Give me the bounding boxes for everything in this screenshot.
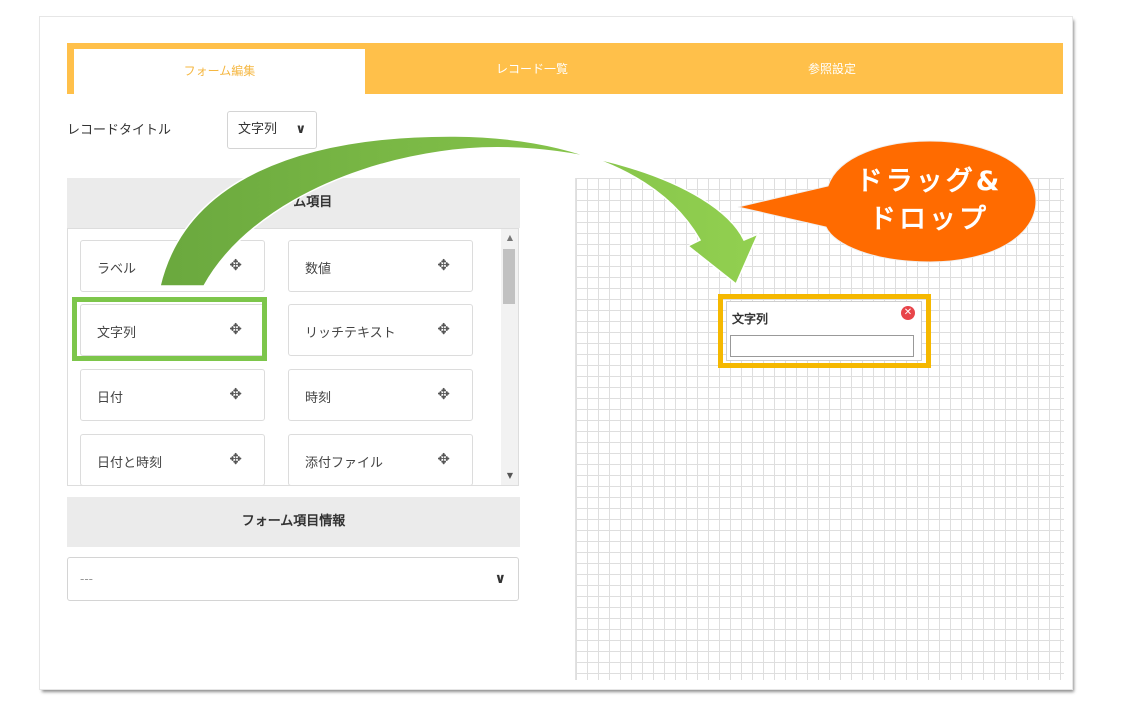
tab-reference-settings[interactable]: 参照設定 (667, 43, 997, 94)
form-items-header: フォーム項目 (67, 178, 520, 228)
move-icon: ✥ (437, 256, 450, 274)
tab-form-edit[interactable]: フォーム編集 (74, 49, 365, 94)
chevron-down-icon: ∨ (295, 122, 306, 137)
tab-record-list[interactable]: レコード一覧 (367, 43, 697, 94)
move-icon: ✥ (437, 320, 450, 338)
move-icon: ✥ (437, 450, 450, 468)
item-label: 時刻 (305, 391, 332, 406)
scroll-up-icon[interactable]: ▲ (507, 233, 513, 242)
item-label: 日付 (97, 391, 124, 406)
form-item-label[interactable]: ラベル ✥ (80, 240, 265, 292)
move-icon: ✥ (229, 385, 242, 403)
chevron-down-icon: ∨ (494, 571, 506, 587)
form-item-rich-text[interactable]: リッチテキスト ✥ (288, 304, 473, 356)
highlight-source-item (72, 297, 267, 361)
form-item-datetime[interactable]: 日付と時刻 ✥ (80, 434, 265, 485)
scroll-down-icon[interactable]: ▼ (507, 471, 513, 480)
callout-line-1: ドラッグ& (855, 166, 1003, 197)
record-title-label: レコードタイトル (67, 123, 172, 138)
form-item-info-value: --- (80, 572, 93, 586)
form-item-time[interactable]: 時刻 ✥ (288, 369, 473, 421)
move-icon: ✥ (437, 385, 450, 403)
item-label: リッチテキスト (305, 326, 396, 341)
drag-drop-callout: ドラッグ& ドロップ (823, 163, 1035, 239)
move-icon: ✥ (229, 256, 242, 274)
item-label: 添付ファイル (305, 456, 384, 471)
item-label: ラベル (97, 262, 137, 277)
move-icon: ✥ (229, 450, 242, 468)
form-item-attachment[interactable]: 添付ファイル ✥ (288, 434, 473, 485)
record-title-select[interactable]: 文字列 ∨ (227, 111, 317, 149)
scrollbar[interactable]: ▲ ▼ (501, 229, 518, 485)
scrollbar-thumb[interactable] (503, 249, 515, 304)
item-label: 数値 (305, 262, 332, 277)
tab-bar: フォーム編集 レコード一覧 参照設定 (67, 43, 1063, 94)
callout-line-2: ドロップ (869, 204, 989, 235)
form-item-info-select[interactable]: --- ∨ (67, 557, 519, 601)
form-item-info-header: フォーム項目情報 (67, 497, 520, 547)
form-canvas-grid[interactable] (575, 178, 1064, 680)
highlight-dropped-field (718, 294, 931, 368)
record-title-value: 文字列 (238, 122, 278, 137)
form-item-number[interactable]: 数値 ✥ (288, 240, 473, 292)
item-label: 日付と時刻 (97, 456, 163, 471)
form-item-date[interactable]: 日付 ✥ (80, 369, 265, 421)
